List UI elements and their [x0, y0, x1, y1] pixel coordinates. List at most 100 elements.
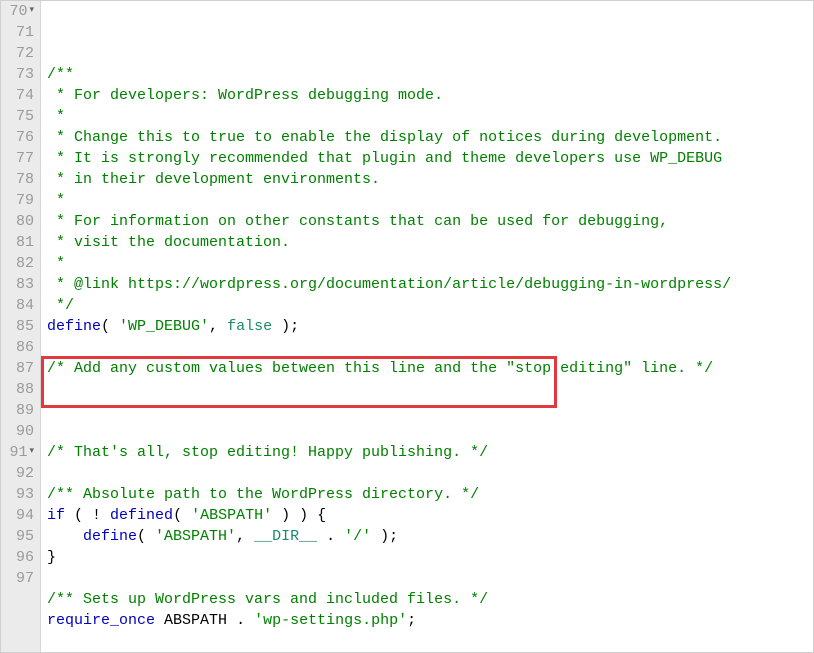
code-line[interactable]: require_once ABSPATH . 'wp-settings.php'…	[47, 610, 813, 631]
code-line[interactable]: * It is strongly recommended that plugin…	[47, 148, 813, 169]
fold-toggle-icon[interactable]: ▾	[29, 447, 34, 456]
line-number: 73	[16, 64, 34, 85]
gutter-row[interactable]: 91▾	[1, 442, 34, 463]
gutter-row[interactable]: 90	[1, 421, 34, 442]
code-token: );	[371, 526, 398, 547]
code-line[interactable]: *	[47, 190, 813, 211]
line-number: 80	[16, 211, 34, 232]
code-token: ,	[236, 526, 254, 547]
line-number: 74	[16, 85, 34, 106]
gutter-row[interactable]: 95	[1, 526, 34, 547]
code-line[interactable]: /* Add any custom values between this li…	[47, 358, 813, 379]
code-token: define	[47, 316, 101, 337]
code-token: * For information on other constants tha…	[47, 211, 668, 232]
line-number: 95	[16, 526, 34, 547]
line-number: 77	[16, 148, 34, 169]
gutter-row[interactable]: 81	[1, 232, 34, 253]
code-line[interactable]: define( 'WP_DEBUG', false );	[47, 316, 813, 337]
code-line[interactable]: }	[47, 547, 813, 568]
code-token: /* Add any custom values between this li…	[47, 358, 713, 379]
code-line[interactable]: /** Sets up WordPress vars and included …	[47, 589, 813, 610]
code-line[interactable]: /** Absolute path to the WordPress direc…	[47, 484, 813, 505]
code-token: * visit the documentation.	[47, 232, 290, 253]
code-line[interactable]: * Change this to true to enable the disp…	[47, 127, 813, 148]
gutter-row[interactable]: 82	[1, 253, 34, 274]
code-token: *	[47, 190, 65, 211]
code-area[interactable]: /** * For developers: WordPress debuggin…	[41, 1, 813, 652]
line-number: 72	[16, 43, 34, 64]
line-number: 91	[9, 442, 27, 463]
gutter-row[interactable]: 77	[1, 148, 34, 169]
code-token: * in their development environments.	[47, 169, 380, 190]
code-line[interactable]	[47, 379, 813, 400]
code-token: 'wp-settings.php'	[254, 610, 407, 631]
line-number: 81	[16, 232, 34, 253]
gutter-row[interactable]: 87	[1, 358, 34, 379]
code-line[interactable]: */	[47, 295, 813, 316]
code-token: false	[227, 316, 272, 337]
code-token: * For developers: WordPress debugging mo…	[47, 85, 443, 106]
code-token: 'WP_DEBUG'	[119, 316, 209, 337]
fold-toggle-icon[interactable]: ▾	[29, 6, 34, 15]
line-number: 97	[16, 568, 34, 589]
code-line[interactable]: * in their development environments.	[47, 169, 813, 190]
gutter-row[interactable]: 83	[1, 274, 34, 295]
line-number: 76	[16, 127, 34, 148]
code-line[interactable]: if ( ! defined( 'ABSPATH' ) ) {	[47, 505, 813, 526]
code-editor[interactable]: 70▾7172737475767778798081828384858687888…	[0, 0, 814, 653]
code-line[interactable]: * For information on other constants tha…	[47, 211, 813, 232]
code-line[interactable]: * For developers: WordPress debugging mo…	[47, 85, 813, 106]
gutter-row[interactable]: 93	[1, 484, 34, 505]
line-number: 82	[16, 253, 34, 274]
gutter-row[interactable]: 72	[1, 43, 34, 64]
code-line[interactable]	[47, 631, 813, 652]
code-line[interactable]	[47, 337, 813, 358]
code-line[interactable]	[47, 463, 813, 484]
line-number: 70	[9, 1, 27, 22]
gutter-row[interactable]: 70▾	[1, 1, 34, 22]
gutter-row[interactable]: 76	[1, 127, 34, 148]
gutter-row[interactable]: 89	[1, 400, 34, 421]
line-number: 79	[16, 190, 34, 211]
code-token: /** Sets up WordPress vars and included …	[47, 589, 488, 610]
gutter-row[interactable]: 74	[1, 85, 34, 106]
gutter-row[interactable]: 78	[1, 169, 34, 190]
code-line[interactable]: * visit the documentation.	[47, 232, 813, 253]
line-number: 90	[16, 421, 34, 442]
code-line[interactable]	[47, 400, 813, 421]
line-number: 92	[16, 463, 34, 484]
line-number: 85	[16, 316, 34, 337]
code-line[interactable]	[47, 568, 813, 589]
code-token	[155, 610, 164, 631]
gutter-row[interactable]: 71	[1, 22, 34, 43]
gutter-row[interactable]: 85	[1, 316, 34, 337]
gutter-row[interactable]: 73	[1, 64, 34, 85]
gutter-row[interactable]: 80	[1, 211, 34, 232]
gutter-row[interactable]: 86	[1, 337, 34, 358]
code-line[interactable]: * @link https://wordpress.org/documentat…	[47, 274, 813, 295]
code-token: */	[47, 295, 74, 316]
code-line[interactable]	[47, 421, 813, 442]
gutter-row[interactable]: 75	[1, 106, 34, 127]
gutter-row[interactable]: 97	[1, 568, 34, 589]
code-token: * @link https://wordpress.org/documentat…	[47, 274, 731, 295]
gutter-row[interactable]: 84	[1, 295, 34, 316]
code-line[interactable]: define( 'ABSPATH', __DIR__ . '/' );	[47, 526, 813, 547]
gutter-row[interactable]: 96	[1, 547, 34, 568]
line-number: 78	[16, 169, 34, 190]
code-line[interactable]: *	[47, 253, 813, 274]
line-number-gutter[interactable]: 70▾7172737475767778798081828384858687888…	[1, 1, 41, 652]
code-line[interactable]: *	[47, 106, 813, 127]
code-token: (	[173, 505, 191, 526]
code-line[interactable]: /* That's all, stop editing! Happy publi…	[47, 442, 813, 463]
code-token: (	[137, 526, 155, 547]
code-line[interactable]: /**	[47, 64, 813, 85]
line-number: 94	[16, 505, 34, 526]
gutter-row[interactable]: 94	[1, 505, 34, 526]
code-token: ;	[407, 610, 416, 631]
line-number: 93	[16, 484, 34, 505]
gutter-row[interactable]: 79	[1, 190, 34, 211]
gutter-row[interactable]: 88	[1, 379, 34, 400]
code-token: ) ) {	[272, 505, 326, 526]
gutter-row[interactable]: 92	[1, 463, 34, 484]
